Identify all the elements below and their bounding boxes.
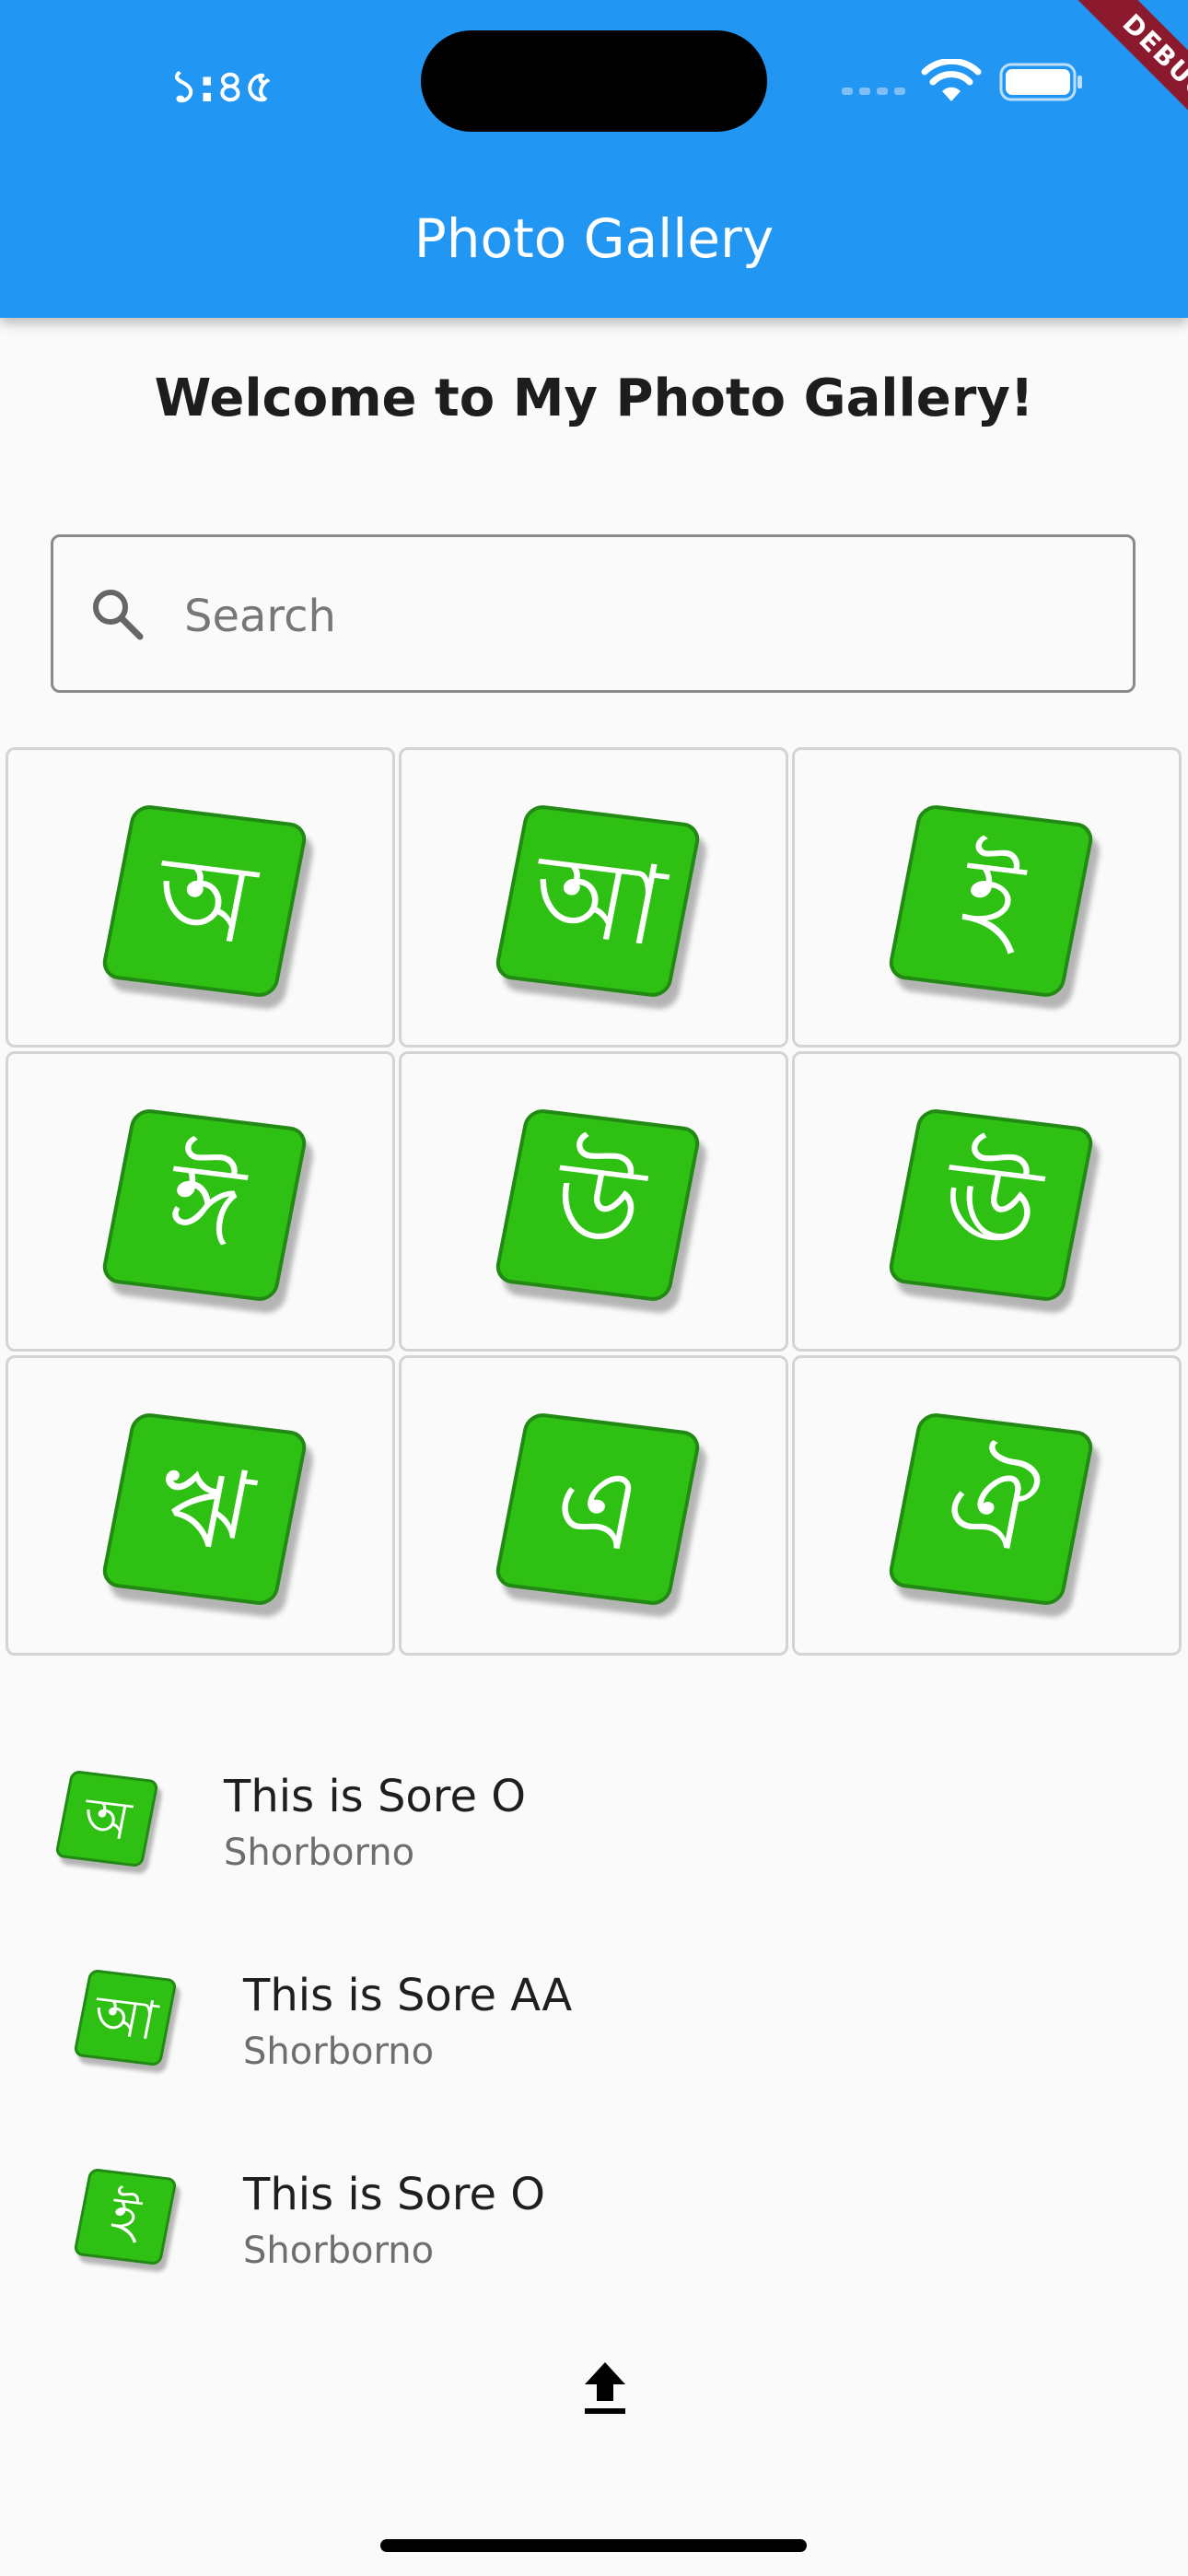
letter-image: ই [73,2167,178,2266]
letter-image: উ [492,1107,703,1304]
search-input[interactable] [182,574,1107,659]
letter-image: ঋ [99,1411,309,1608]
welcome-heading: Welcome to My Photo Gallery! [154,369,1034,428]
letter-image: ঈ [99,1107,309,1304]
list-item[interactable]: আ This is Sore AA Shorborno [0,1931,1188,2106]
grid-tile[interactable]: ই [792,747,1182,1048]
letter-image: অ [99,802,309,1000]
grid-tile[interactable]: আ [399,747,788,1048]
letter-image: আ [492,802,703,1000]
list-item-subtitle: Shorborno [243,2230,435,2272]
app-title: Photo Gallery [413,207,775,270]
letter-image: এ [492,1411,703,1608]
letter-image: আ [73,1968,178,2067]
grid-tile[interactable]: ঐ [792,1355,1182,1656]
grid-tile[interactable]: ঈ [6,1051,395,1352]
home-indicator [380,2539,807,2552]
wifi-icon [921,59,982,101]
grid-tile[interactable]: অ [6,747,395,1048]
upload-icon[interactable] [582,2360,628,2416]
letter-image: অ [54,1769,159,1868]
list-item-title: This is Sore O [243,2169,546,2220]
list-item-subtitle: Shorborno [243,2031,435,2073]
list-item[interactable]: ই This is Sore O Shorborno [0,2130,1188,2305]
list-item-title: This is Sore AA [243,1970,573,2021]
list-item[interactable]: অ This is Sore O Shorborno [0,1732,1188,1907]
battery-icon [999,63,1082,101]
status-time: ১:৪৫ [169,61,274,112]
letter-image: ঊ [885,1107,1096,1304]
search-icon [93,590,144,640]
app-bar: ১:৪৫ DEBUG Photo Gallery [0,0,1188,318]
search-field[interactable] [51,534,1136,693]
grid-tile[interactable]: ঋ [6,1355,395,1656]
grid-tile[interactable]: উ [399,1051,788,1352]
letter-image: ঐ [885,1411,1096,1608]
list-item-subtitle: Shorborno [224,1832,415,1874]
list-item-title: This is Sore O [224,1771,527,1822]
list-thumbnail: ই [72,2163,178,2266]
list-thumbnail: অ [53,1765,159,1868]
dynamic-island [421,30,767,132]
list-thumbnail: আ [72,1964,178,2067]
grid-tile[interactable]: ঊ [792,1051,1182,1352]
cellular-signal-icon [842,88,905,95]
grid-tile[interactable]: এ [399,1355,788,1656]
photo-grid: অ আ ই ঈ উ ঊ ঋ এ ঐ [6,747,1182,1656]
letter-image: ই [885,802,1096,1000]
